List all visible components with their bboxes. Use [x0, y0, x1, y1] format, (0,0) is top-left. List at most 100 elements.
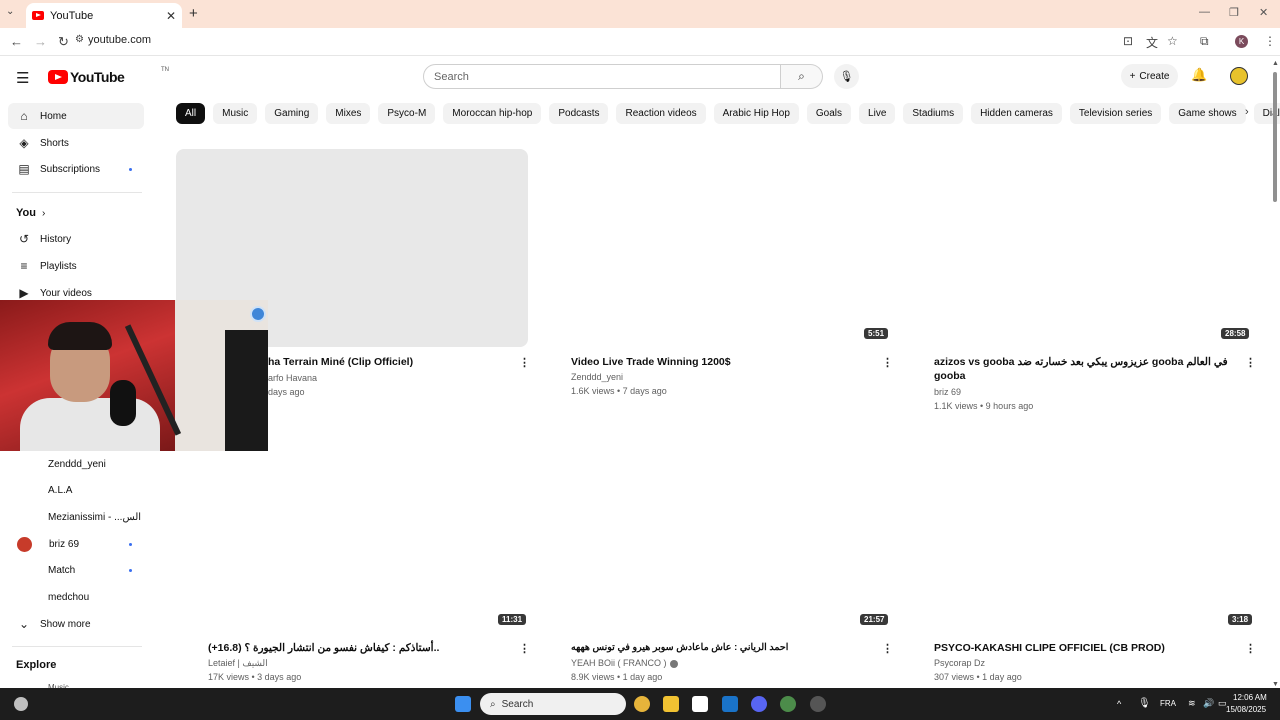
- browser-tab-youtube[interactable]: YouTube ✕: [26, 3, 182, 28]
- video-thumbnail[interactable]: [176, 434, 528, 632]
- reload-icon[interactable]: ↻: [58, 34, 69, 50]
- video-title[interactable]: أستاذكم : كيفاش نفسو من انتشار الجيورة ؟…: [208, 641, 508, 655]
- youtube-logo[interactable]: YouTube TN: [48, 67, 169, 85]
- create-button[interactable]: + Create: [1121, 64, 1178, 88]
- chip[interactable]: All: [176, 103, 206, 124]
- chip[interactable]: Stadiums: [903, 103, 964, 124]
- sidebar-subscription-item[interactable]: medchou: [8, 584, 144, 610]
- chip[interactable]: Arabic Hip Hop: [713, 103, 799, 124]
- taskbar-time[interactable]: 12:06 AM: [1233, 693, 1267, 702]
- video-channel[interactable]: briz 69: [934, 387, 961, 397]
- chip[interactable]: Goals: [806, 103, 852, 124]
- chip[interactable]: Mixes: [326, 103, 371, 124]
- extensions-icon[interactable]: ⧉: [1200, 34, 1209, 49]
- guide-menu-icon[interactable]: ☰: [16, 69, 29, 87]
- sidebar-item-home[interactable]: ⌂ Home: [8, 103, 144, 129]
- install-app-icon[interactable]: ⊡: [1123, 34, 1133, 48]
- windows-start-icon[interactable]: [455, 696, 471, 712]
- sidebar-item-shorts[interactable]: ◈ Shorts: [8, 130, 144, 156]
- chip[interactable]: Hidden cameras: [971, 103, 1062, 124]
- tray-chevron-up-icon[interactable]: ^: [1117, 699, 1121, 709]
- scroll-up-arrow-icon[interactable]: ▲: [1272, 60, 1279, 67]
- video-more-options-icon[interactable]: ⋮: [882, 356, 893, 369]
- video-thumbnail[interactable]: [902, 149, 1254, 347]
- site-info-icon[interactable]: ⚙: [75, 34, 84, 45]
- browser-profile-avatar[interactable]: K: [1235, 35, 1248, 48]
- video-title[interactable]: azizos vs gooba عزيزوس يبكي بعد خسارته ض…: [934, 355, 1230, 369]
- video-thumbnail[interactable]: [539, 434, 891, 632]
- minimize-icon[interactable]: —: [1199, 6, 1210, 18]
- file-explorer-icon[interactable]: [663, 696, 679, 712]
- app-icon[interactable]: [810, 696, 826, 712]
- chip[interactable]: Television series: [1069, 103, 1162, 124]
- sidebar-subscription-item[interactable]: A.L.A: [8, 477, 144, 503]
- video-channel[interactable]: YEAH BOii ( FRANCO ): [571, 658, 678, 668]
- video-more-options-icon[interactable]: ⋮: [519, 356, 530, 369]
- sidebar-subscription-item[interactable]: Mezianissimi - ...الس: [8, 504, 144, 530]
- video-thumbnail[interactable]: [539, 149, 891, 347]
- taskbar-search[interactable]: ⌕ Search: [480, 693, 626, 715]
- chip[interactable]: Podcasts: [549, 103, 609, 124]
- tray-mic-icon[interactable]: 🎙: [1138, 698, 1151, 709]
- maximize-icon[interactable]: ❐: [1229, 6, 1239, 19]
- video-more-options-icon[interactable]: ⋮: [1245, 356, 1256, 369]
- wifi-icon[interactable]: ≋: [1188, 698, 1196, 709]
- video-more-options-icon[interactable]: ⋮: [882, 642, 893, 655]
- sidebar-subscription-item[interactable]: briz 69: [8, 531, 144, 557]
- account-avatar[interactable]: [1230, 67, 1248, 85]
- sidebar-you-header[interactable]: You ›: [8, 200, 144, 226]
- chip[interactable]: Game shows: [1169, 103, 1246, 124]
- video-thumbnail[interactable]: [902, 434, 1254, 632]
- tab-search-icon[interactable]: ⌄: [6, 6, 14, 17]
- taskbar-date[interactable]: 15/08/2025: [1226, 705, 1266, 714]
- browser-menu-icon[interactable]: ⋮: [1264, 34, 1276, 48]
- video-more-options-icon[interactable]: ⋮: [519, 642, 530, 655]
- chip[interactable]: Live: [859, 103, 896, 124]
- video-title[interactable]: ha Terrain Miné (Clip Officiel): [268, 355, 508, 369]
- search-button[interactable]: ⌕: [781, 64, 823, 89]
- sidebar-subscription-item[interactable]: Zenddd_yeni: [8, 451, 144, 477]
- window-close-icon[interactable]: ✕: [1259, 6, 1268, 19]
- page-scrollbar[interactable]: ▲ ▼: [1270, 60, 1280, 688]
- video-channel[interactable]: Zenddd_yeni: [571, 372, 623, 382]
- search-input[interactable]: Search: [423, 64, 781, 89]
- chip[interactable]: Moroccan hip-hop: [443, 103, 542, 124]
- chip[interactable]: Gaming: [265, 103, 319, 124]
- chips-next-arrow-icon[interactable]: ›: [1245, 106, 1249, 118]
- sidebar-item-subscriptions[interactable]: ▤ Subscriptions: [8, 156, 144, 182]
- outlook-icon[interactable]: [722, 696, 738, 712]
- widgets-icon[interactable]: [14, 697, 28, 711]
- new-tab-icon[interactable]: +: [189, 5, 198, 22]
- chip[interactable]: Psyco-M: [378, 103, 436, 124]
- sidebar-show-more[interactable]: ⌄ Show more: [8, 611, 144, 637]
- chip[interactable]: Reaction videos: [616, 103, 706, 124]
- scrollbar-thumb[interactable]: [1273, 72, 1277, 202]
- video-channel[interactable]: Letaief | الشيف: [208, 658, 268, 669]
- video-title[interactable]: Video Live Trade Winning 1200$: [571, 355, 871, 369]
- discord-icon[interactable]: [751, 696, 767, 712]
- sidebar-subscription-item[interactable]: Match: [8, 557, 144, 583]
- sidebar-item-history[interactable]: ↺ History: [8, 226, 144, 252]
- url-field[interactable]: youtube.com: [88, 34, 151, 46]
- video-channel[interactable]: Psycorap Dz: [934, 658, 985, 668]
- back-icon[interactable]: ←: [10, 34, 23, 49]
- chrome-active-icon[interactable]: [780, 696, 796, 712]
- bookmark-star-icon[interactable]: ☆: [1167, 34, 1178, 48]
- translate-icon[interactable]: 文: [1146, 34, 1158, 51]
- video-title-line2[interactable]: gooba: [934, 369, 966, 383]
- forward-icon[interactable]: →: [34, 34, 47, 49]
- tab-close-icon[interactable]: ✕: [166, 9, 176, 23]
- voice-search-button[interactable]: 🎙: [834, 64, 859, 89]
- language-indicator[interactable]: FRA: [1160, 699, 1176, 708]
- chrome-icon[interactable]: [634, 696, 650, 712]
- video-channel[interactable]: arfo Havana: [268, 373, 317, 383]
- sidebar-item-playlists[interactable]: ≡ Playlists: [8, 253, 144, 279]
- chip[interactable]: Music: [213, 103, 258, 124]
- video-title[interactable]: احمد الرياني : عاش ماعادش سوبر هيرو في ت…: [571, 641, 871, 655]
- store-icon[interactable]: [692, 696, 708, 712]
- volume-icon[interactable]: 🔊: [1203, 698, 1214, 709]
- notifications-bell-icon[interactable]: 🔔: [1191, 67, 1207, 83]
- video-more-options-icon[interactable]: ⋮: [1245, 642, 1256, 655]
- video-title[interactable]: PSYCO-KAKASHI CLIPE OFFICIEL (CB PROD): [934, 641, 1234, 655]
- scroll-down-arrow-icon[interactable]: ▼: [1272, 681, 1279, 688]
